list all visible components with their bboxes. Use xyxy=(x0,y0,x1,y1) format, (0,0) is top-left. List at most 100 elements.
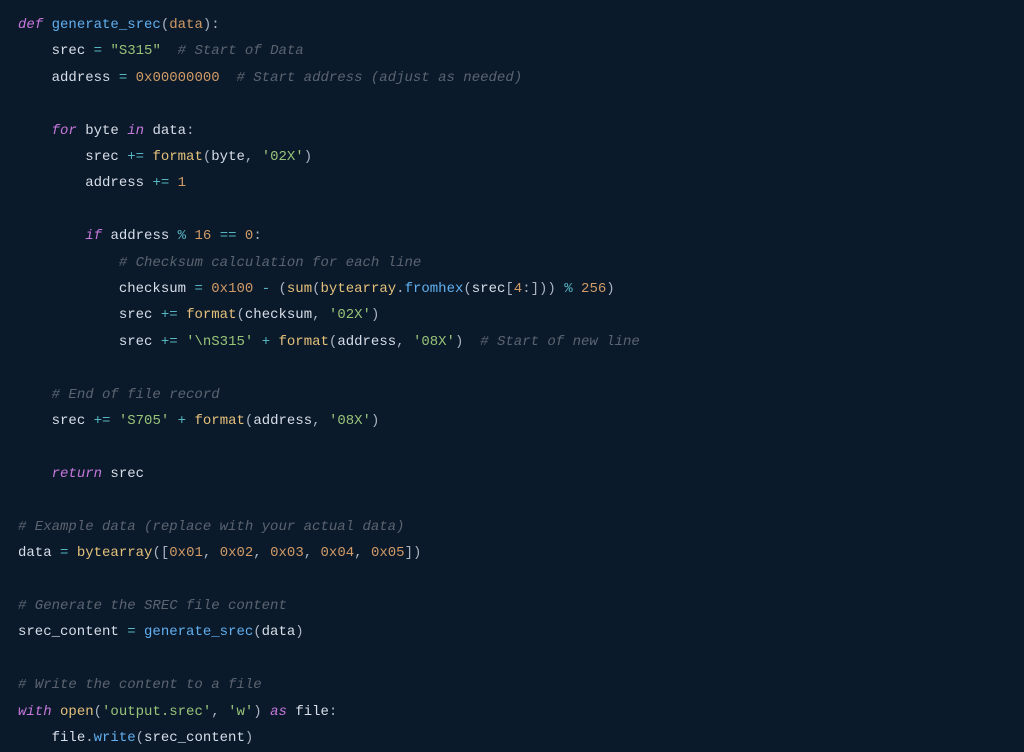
code-token: data xyxy=(152,123,186,139)
code-token: ( xyxy=(463,281,471,297)
code-token: srec xyxy=(119,307,161,323)
code-token xyxy=(253,281,261,297)
code-token: ) xyxy=(371,307,379,323)
code-token: 256 xyxy=(581,281,606,297)
code-token: generate_srec xyxy=(144,624,253,640)
code-token xyxy=(178,334,186,350)
code-token: byte xyxy=(85,123,127,139)
code-token: ) xyxy=(203,17,211,33)
code-token xyxy=(18,730,52,746)
code-token xyxy=(110,413,118,429)
code-token: 0x100 xyxy=(211,281,253,297)
code-token: if xyxy=(85,228,110,244)
code-token xyxy=(18,228,85,244)
code-token xyxy=(220,70,237,86)
code-token: '08X' xyxy=(329,413,371,429)
code-token xyxy=(18,123,52,139)
code-token: += xyxy=(161,334,178,350)
code-token: in xyxy=(127,123,152,139)
code-token: : xyxy=(253,228,261,244)
code-token xyxy=(178,307,186,323)
code-token: 'output.srec' xyxy=(102,704,211,720)
code-token: '08X' xyxy=(413,334,455,350)
code-token xyxy=(18,466,52,482)
code-token: 0x01 xyxy=(169,545,203,561)
code-token: ]) xyxy=(405,545,422,561)
code-token: ( xyxy=(253,624,261,640)
code-token xyxy=(270,334,278,350)
code-line: data = bytearray([0x01, 0x02, 0x03, 0x04… xyxy=(18,545,421,561)
code-token: [ xyxy=(505,281,513,297)
code-token xyxy=(18,334,119,350)
code-token: open xyxy=(60,704,94,720)
code-token: 0x03 xyxy=(270,545,304,561)
code-token: srec xyxy=(472,281,506,297)
code-token: checksum xyxy=(119,281,195,297)
code-token: , xyxy=(312,413,329,429)
code-line: with open('output.srec', 'w') as file: xyxy=(18,704,337,720)
code-token xyxy=(18,255,119,271)
code-token: += xyxy=(94,413,111,429)
code-line: srec += 'S705' + format(address, '08X') xyxy=(18,413,379,429)
code-token: '\nS315' xyxy=(186,334,253,350)
code-token xyxy=(253,334,261,350)
code-token: file xyxy=(52,730,86,746)
code-token: data xyxy=(169,17,203,33)
code-token: += xyxy=(127,149,144,165)
code-token: ) xyxy=(606,281,614,297)
code-token xyxy=(161,43,178,59)
code-token: : xyxy=(211,17,219,33)
code-token: return xyxy=(52,466,111,482)
code-token: srec_content xyxy=(18,624,127,640)
code-token xyxy=(18,43,52,59)
code-token: address xyxy=(110,228,177,244)
code-line: # Generate the SREC file content xyxy=(18,598,287,614)
code-token: bytearray xyxy=(321,281,397,297)
code-token: , xyxy=(253,545,270,561)
code-token: 0x00000000 xyxy=(136,70,220,86)
code-line: if address % 16 == 0: xyxy=(18,228,262,244)
code-token: += xyxy=(152,175,169,191)
code-token: ([ xyxy=(152,545,169,561)
code-token: , xyxy=(396,334,413,350)
code-line: return srec xyxy=(18,466,144,482)
code-token: 0x04 xyxy=(321,545,355,561)
code-token: ( xyxy=(279,281,287,297)
code-token: fromhex xyxy=(405,281,464,297)
code-token: : xyxy=(329,704,337,720)
code-token: # Start of new line xyxy=(480,334,640,350)
code-token: address xyxy=(337,334,396,350)
code-token: 0x05 xyxy=(371,545,405,561)
code-token xyxy=(211,228,219,244)
code-token: ( xyxy=(236,307,244,323)
code-token: address xyxy=(253,413,312,429)
code-token: 16 xyxy=(194,228,211,244)
code-editor-content[interactable]: def generate_srec(data): srec = "S315" #… xyxy=(0,0,1024,752)
code-token: sum xyxy=(287,281,312,297)
code-line: srec += '\nS315' + format(address, '08X'… xyxy=(18,334,640,350)
code-token: for xyxy=(52,123,86,139)
code-token: data xyxy=(262,624,296,640)
code-token: # Example data (replace with your actual… xyxy=(18,519,404,535)
code-token: # Write the content to a file xyxy=(18,677,262,693)
code-token: srec_content xyxy=(144,730,245,746)
code-token: def xyxy=(18,17,52,33)
code-token: , xyxy=(245,149,262,165)
code-token: = xyxy=(94,43,102,59)
code-token: format xyxy=(279,334,329,350)
code-token: , xyxy=(304,545,321,561)
code-token xyxy=(169,413,177,429)
code-token: % xyxy=(564,281,572,297)
code-line: def generate_srec(data): xyxy=(18,17,220,33)
code-token: srec xyxy=(52,413,94,429)
code-token: write xyxy=(94,730,136,746)
code-token: 4 xyxy=(514,281,522,297)
code-token: file xyxy=(295,704,329,720)
code-line: srec_content = generate_srec(data) xyxy=(18,624,304,640)
code-token: ( xyxy=(94,704,102,720)
code-token: checksum xyxy=(245,307,312,323)
code-token: srec xyxy=(119,334,161,350)
code-token xyxy=(68,545,76,561)
code-token: byte xyxy=(211,149,245,165)
code-token: format xyxy=(194,413,244,429)
